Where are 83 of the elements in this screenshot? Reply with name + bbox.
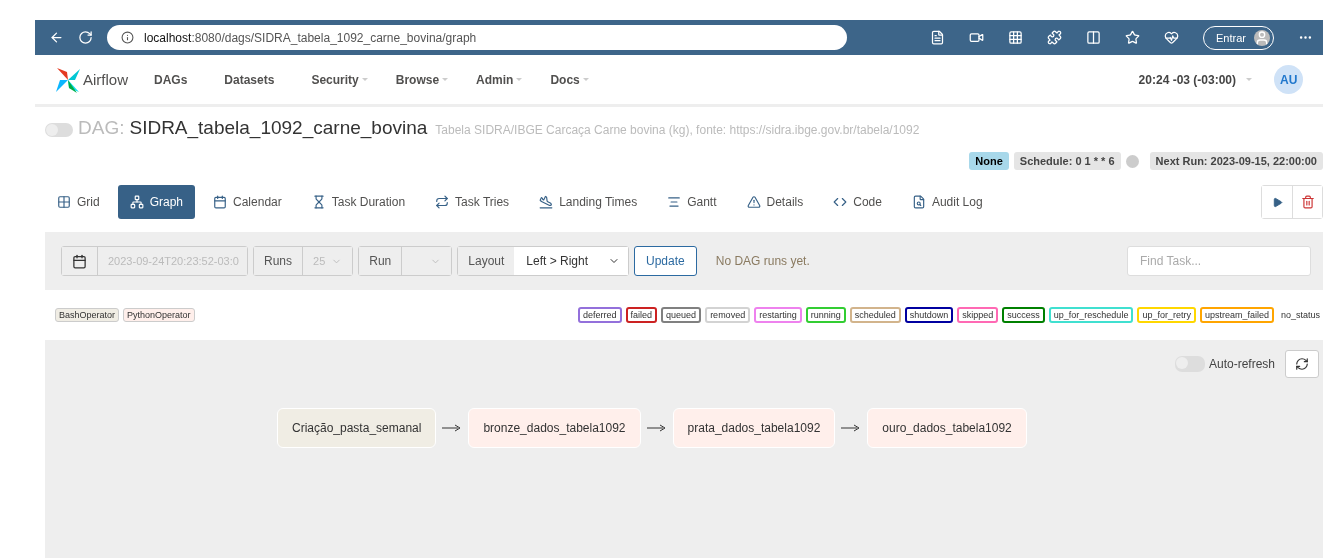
update-button[interactable]: Update (634, 246, 697, 276)
state-tag[interactable]: queued (661, 307, 702, 323)
view-tab[interactable]: Audit Log (899, 185, 995, 219)
delete-button[interactable] (1292, 186, 1322, 218)
arrow-icon (442, 424, 463, 432)
operator-tag[interactable]: PythonOperator (123, 308, 195, 322)
state-tag[interactable]: success (1002, 307, 1045, 323)
view-tab[interactable]: Graph (117, 185, 196, 219)
dag-description: Tabela SIDRA/IBGE Carcaça Carne bovina (kg), fonte: https://sidra.ibge.gov.br/tabela/1092 (435, 123, 920, 137)
play-icon (1271, 196, 1283, 208)
favorites-icon[interactable] (1125, 30, 1141, 45)
state-tag[interactable]: failed (625, 307, 658, 323)
operator-tag[interactable]: BashOperator (55, 308, 120, 322)
state-tag[interactable]: upstream_failed (1199, 307, 1274, 323)
brand-name[interactable]: Airflow (83, 71, 128, 88)
state-tag[interactable]: removed (705, 307, 751, 323)
refresh-button[interactable] (1285, 350, 1319, 378)
arrow-icon (841, 424, 862, 432)
calendar-icon (72, 253, 87, 269)
nav-item[interactable]: DAGs (154, 72, 197, 87)
puzzle-icon[interactable] (1047, 30, 1063, 45)
file-search-icon (911, 195, 926, 209)
auto-refresh-label: Auto-refresh (1208, 357, 1275, 371)
view-tab[interactable]: Details (734, 185, 816, 219)
pause-toggle[interactable] (45, 123, 73, 137)
caret-icon (1246, 78, 1252, 81)
status-message: No DAG runs yet. (715, 254, 810, 268)
code-icon (833, 195, 848, 209)
run-select[interactable]: Run (358, 246, 453, 276)
repeat-icon (435, 195, 450, 209)
nav-item[interactable]: Admin (476, 72, 523, 87)
arrow-icon (646, 424, 667, 432)
view-tab[interactable]: Landing Times (527, 185, 650, 219)
state-tag[interactable]: up_for_retry (1137, 307, 1196, 323)
grid-icon[interactable] (1008, 30, 1024, 45)
heart-icon[interactable] (1164, 30, 1180, 45)
reload-icon[interactable] (78, 30, 93, 45)
task-node[interactable]: ouro_dados_tabela1092 (867, 408, 1027, 448)
nav-item[interactable]: Datasets (224, 72, 284, 87)
task-node[interactable]: prata_dados_tabela1092 (672, 408, 836, 448)
dataset-badge: None (969, 152, 1009, 170)
pinwheel-logo-icon (55, 65, 81, 94)
view-tab[interactable]: Calendar (201, 185, 294, 219)
hourglass-icon (311, 195, 326, 209)
state-tag[interactable]: running (805, 307, 846, 323)
view-tab[interactable]: Task Tries (423, 185, 522, 219)
state-tag[interactable]: restarting (754, 307, 802, 323)
dag-label: DAG: (78, 117, 125, 139)
state-tag[interactable]: up_for_reschedule (1048, 307, 1134, 323)
find-task-field[interactable]: Find Task... (1127, 246, 1311, 276)
plane-landing-icon (539, 195, 554, 209)
state-tag[interactable]: deferred (578, 307, 622, 323)
camera-icon[interactable] (969, 30, 985, 45)
address-bar[interactable]: localhost:8080/dags/SIDRA_tabela_1092_carne_bovina/graph (107, 25, 847, 50)
triangle-icon (746, 195, 761, 209)
layout-select[interactable]: Layout Left > Right (457, 246, 630, 276)
user-icon (1254, 29, 1270, 46)
next-run-badge: Next Run: 2023-09-15, 22:00:00 (1149, 152, 1323, 170)
calendar-icon (213, 195, 228, 209)
document-icon[interactable] (930, 30, 946, 45)
view-tab[interactable]: Gantt (655, 185, 729, 219)
bars-icon (667, 195, 682, 209)
view-tab[interactable]: Code (821, 185, 894, 219)
nav-item[interactable]: Docs (550, 72, 589, 87)
dag-name: SIDRA_tabela_1092_carne_bovina (129, 117, 428, 139)
schedule-badge: Schedule: 0 1 * * 6 (1013, 152, 1121, 170)
split-icon[interactable] (1086, 30, 1102, 45)
view-tab[interactable]: Grid (45, 185, 112, 219)
refresh-icon (1295, 357, 1309, 371)
info-icon (121, 31, 134, 44)
task-node[interactable]: bronze_dados_tabela1092 (468, 408, 641, 448)
view-tab[interactable]: Task Duration (299, 185, 418, 219)
nav-item[interactable]: Security (311, 72, 368, 87)
back-icon[interactable] (49, 30, 64, 45)
grid-icon (57, 195, 71, 209)
clock[interactable]: 20:24 -03 (-03:00) (1138, 72, 1236, 87)
state-tag[interactable]: skipped (957, 307, 999, 323)
state-tag[interactable]: scheduled (849, 307, 901, 323)
nav-item[interactable]: Browse (395, 72, 449, 87)
state-tag[interactable]: shutdown (904, 307, 954, 323)
task-node[interactable]: Criação_pasta_semanal (277, 408, 437, 448)
trash-icon (1300, 195, 1315, 209)
hierarchy-icon (129, 195, 144, 209)
